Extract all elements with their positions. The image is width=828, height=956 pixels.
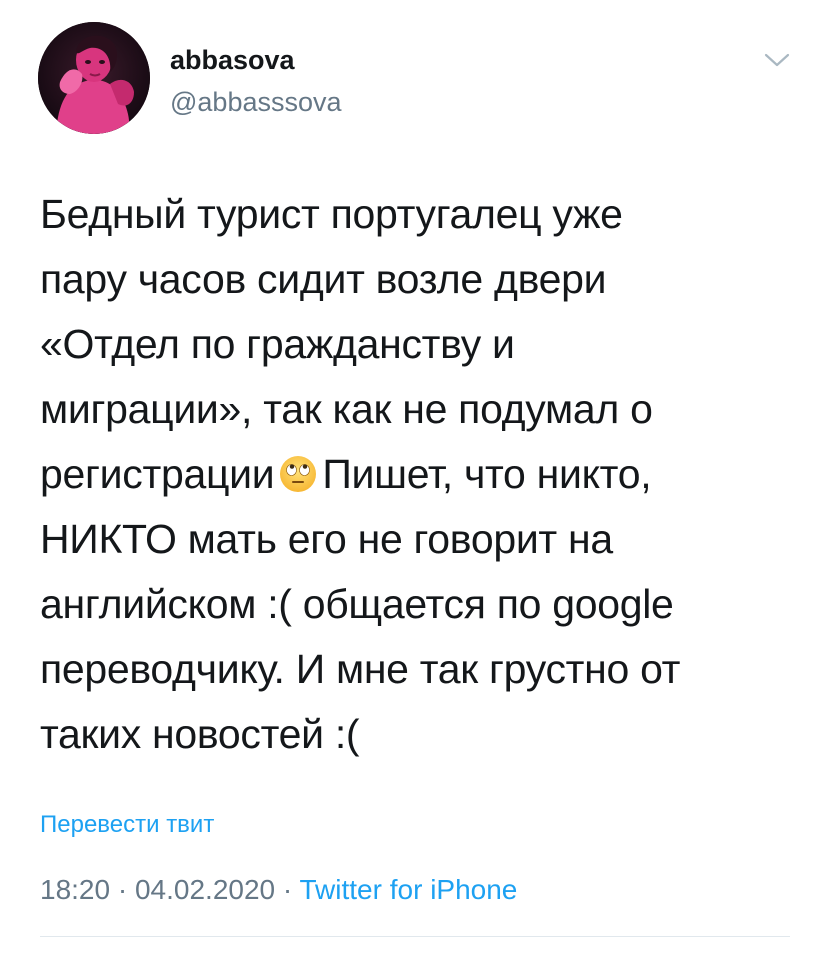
tweet-text-line: переводчику. И мне так грустно от (40, 646, 681, 692)
divider (40, 936, 790, 937)
tweet-card: abbasova @abbasssova Бедный турист порту… (0, 0, 828, 956)
meta-separator: · (117, 874, 128, 905)
chevron-down-icon[interactable] (762, 48, 792, 72)
author-handle[interactable]: @abbasssova (170, 86, 342, 118)
tweet-source-link[interactable]: Twitter for iPhone (300, 874, 518, 905)
tweet-text-fragment: регистрации (40, 451, 275, 497)
translate-tweet-link[interactable]: Перевести твит (40, 808, 214, 842)
tweet-time[interactable]: 18:20 (40, 874, 110, 905)
author-display-name[interactable]: abbasova (170, 44, 295, 76)
tweet-text-line: миграции», так как не подумал о (40, 386, 653, 432)
tweet-date[interactable]: 04.02.2020 (135, 874, 275, 905)
face-with-rolling-eyes-emoji-icon (278, 448, 318, 492)
tweet-text-line: английском :( общается по google (40, 581, 674, 627)
tweet-text-line: пару часов сидит возле двери (40, 256, 607, 302)
tweet-metadata: 18:20 · 04.02.2020 · Twitter for iPhone (40, 870, 517, 910)
tweet-text-line: регистрации Пишет, что никто, (40, 442, 800, 507)
tweet-text-line: Бедный турист португалец уже (40, 191, 623, 237)
profile-photo-icon (38, 22, 150, 134)
tweet-text-line: НИКТО мать его не говорит на (40, 516, 613, 562)
tweet-text: Бедный турист португалец уже пару часов … (40, 182, 800, 767)
tweet-text-line: «Отдел по гражданству и (40, 321, 515, 367)
avatar[interactable] (38, 22, 150, 134)
tweet-text-line: таких новостей :( (40, 711, 360, 757)
tweet-text-fragment: Пишет, что никто, (322, 451, 652, 497)
meta-separator: · (282, 874, 293, 905)
